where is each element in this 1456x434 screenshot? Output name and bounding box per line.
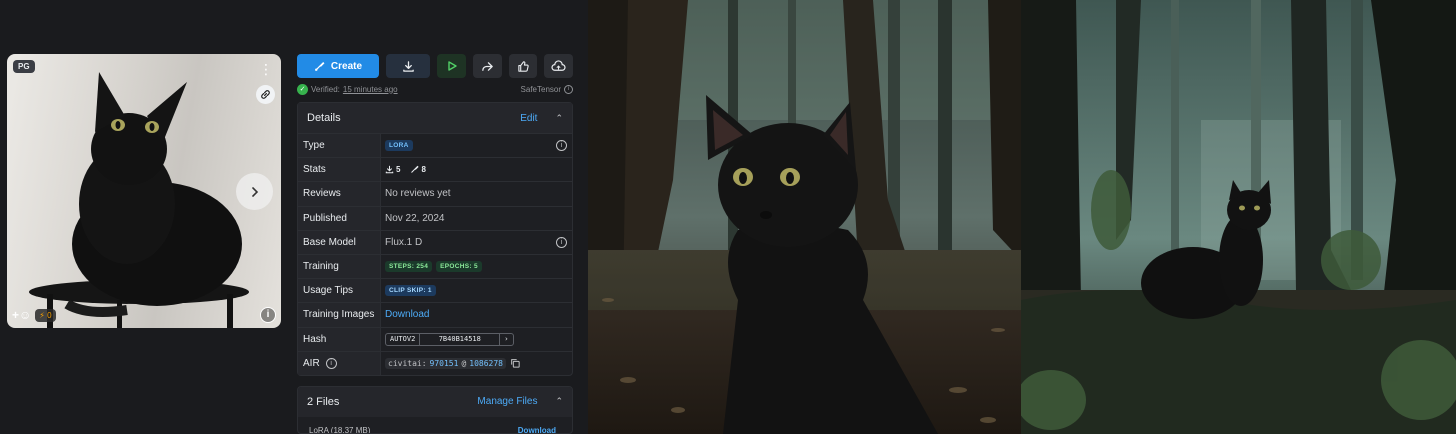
base-model-value: Flux.1 D (385, 236, 423, 248)
files-header[interactable]: 2 Files Manage Files ⌃ (298, 386, 572, 417)
details-section: Details Edit ⌃ Type LORA i Stats 5 8 Rev… (297, 102, 573, 376)
detail-row-reviews: Reviews No reviews yet (298, 181, 572, 206)
manage-files-link[interactable]: Manage Files (477, 396, 537, 407)
download-count: 5 (385, 165, 400, 174)
file-format-label: SafeTensor (520, 84, 561, 94)
cloud-upload-button[interactable] (544, 54, 573, 78)
brush-icon (411, 166, 420, 174)
link-icon[interactable] (256, 85, 275, 104)
next-image-button[interactable] (236, 173, 273, 210)
air-label-cell: AIR i (298, 351, 381, 375)
air-label: AIR (303, 357, 320, 369)
image-info-icon[interactable]: i (260, 307, 276, 323)
hash-value[interactable]: 7B40B14518 (420, 333, 501, 345)
usage-tips-label: Usage Tips (298, 279, 381, 303)
format-info-icon[interactable]: i (564, 84, 573, 94)
published-value: Nov 22, 2024 (385, 212, 445, 224)
model-details-panel: Create ✓ Verified: 15 minutes ago SafeTe… (297, 54, 573, 434)
air-identifier: civitai: 970151 @ 1086278 (385, 357, 520, 369)
more-options-icon[interactable]: ⋮ (259, 60, 273, 78)
copy-icon[interactable] (510, 358, 520, 368)
base-model-label: Base Model (298, 230, 381, 254)
verified-check-icon: ✓ (297, 83, 308, 95)
preview-image-card[interactable]: PG ⋮ +☺ ⚡ 0 i (7, 54, 281, 328)
detail-row-training-images: Training Images Download (298, 302, 572, 327)
hash-selector[interactable]: AUTOV2 7B40B14518 › (385, 332, 514, 346)
detail-row-stats: Stats 5 8 (298, 157, 572, 182)
verified-label: Verified: (311, 84, 340, 94)
base-model-info-icon[interactable]: i (556, 236, 567, 248)
rating-badge: PG (13, 60, 35, 73)
files-section: 2 Files Manage Files ⌃ LoRA (18.37 MB) D… (297, 385, 573, 434)
type-badge: LORA (385, 140, 413, 152)
run-button[interactable] (437, 54, 467, 78)
hash-type[interactable]: AUTOV2 (386, 333, 421, 345)
share-button[interactable] (473, 54, 502, 78)
download-button[interactable] (385, 54, 431, 78)
add-reaction-icon[interactable]: +☺ (12, 308, 31, 322)
air-info-icon[interactable]: i (325, 357, 337, 369)
reviews-label: Reviews (298, 182, 381, 206)
file-item: LoRA (18.37 MB) Download (298, 417, 572, 434)
hash-label: Hash (298, 327, 381, 351)
detail-row-published: Published Nov 22, 2024 (298, 205, 572, 230)
type-info-icon[interactable]: i (556, 140, 567, 152)
verified-bar: ✓ Verified: 15 minutes ago SafeTensor i (297, 82, 573, 96)
detail-row-type: Type LORA i (298, 133, 572, 158)
forest-cat-closeup-image (588, 0, 1021, 434)
detail-row-base-model: Base Model Flux.1 D i (298, 229, 572, 254)
air-prefix: civitai: (388, 358, 427, 368)
steps-badge: STEPS: 254 (385, 261, 433, 273)
details-header[interactable]: Details Edit ⌃ (298, 103, 572, 133)
air-at: @ (461, 358, 467, 368)
chevron-up-icon[interactable]: ⌃ (555, 113, 563, 124)
download-count-value: 5 (396, 165, 401, 175)
brush-icon (315, 61, 325, 71)
play-icon (448, 61, 457, 71)
create-button[interactable]: Create (297, 54, 379, 78)
clip-skip-badge: CLIP SKIP: 1 (385, 285, 436, 297)
chevron-up-icon[interactable]: ⌃ (555, 396, 563, 407)
like-button[interactable] (508, 54, 538, 78)
detail-row-air: AIR i civitai: 970151 @ 1086278 (298, 350, 572, 375)
air-version-id: 1086278 (469, 358, 503, 368)
reaction-group: +☺ ⚡ 0 (12, 308, 56, 322)
air-model-id: 970151 (429, 358, 459, 368)
file-name: LoRA (18.37 MB) (309, 425, 371, 434)
detail-row-usage-tips: Usage Tips CLIP SKIP: 1 (298, 278, 572, 303)
file-download-button[interactable]: Download (518, 426, 556, 433)
create-label: Create (330, 60, 363, 72)
detail-row-hash: Hash AUTOV2 7B40B14518 › (298, 326, 572, 351)
verified-time-link[interactable]: 15 minutes ago (343, 85, 398, 94)
buzz-tip-badge[interactable]: ⚡ 0 (35, 308, 56, 322)
thumbs-up-icon (517, 60, 529, 72)
epochs-badge: EPOCHS: 5 (436, 261, 482, 273)
generation-count-value: 8 (421, 165, 426, 175)
detail-row-training: Training STEPS: 254 EPOCHS: 5 (298, 253, 572, 279)
training-images-label: Training Images (298, 303, 381, 327)
forest-path-cat-image (1021, 0, 1456, 434)
details-title: Details (307, 112, 341, 124)
type-label: Type (298, 134, 381, 158)
edit-link[interactable]: Edit (520, 113, 537, 124)
training-label: Training (298, 254, 381, 279)
generation-count: 8 (410, 165, 426, 175)
training-images-download-link[interactable]: Download (385, 309, 429, 320)
share-icon (482, 61, 493, 71)
download-icon (402, 60, 414, 72)
reviews-value: No reviews yet (385, 188, 451, 200)
cloud-icon (551, 59, 566, 71)
download-icon (385, 166, 394, 174)
published-label: Published (298, 206, 381, 230)
files-title: 2 Files (307, 395, 340, 408)
chevron-right-icon[interactable]: › (500, 334, 512, 345)
buzz-count: 0 (47, 310, 52, 320)
stats-label: Stats (298, 158, 381, 182)
action-bar: Create (297, 54, 573, 78)
